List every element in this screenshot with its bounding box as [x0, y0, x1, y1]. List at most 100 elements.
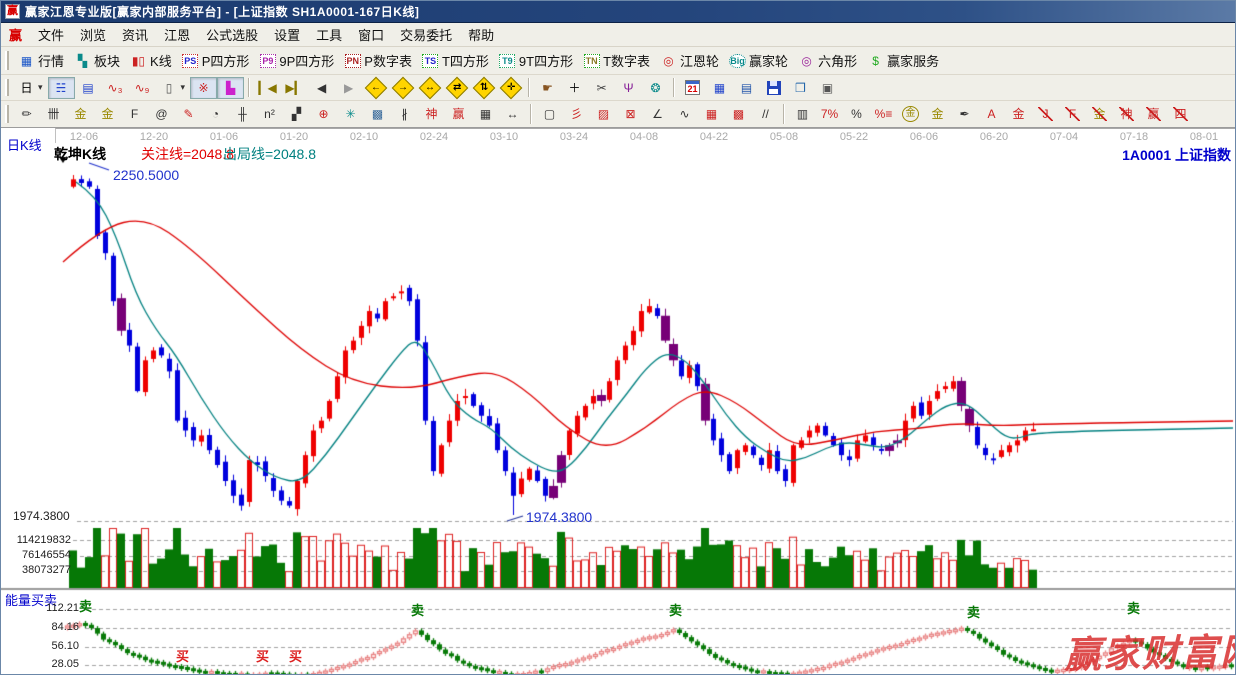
grid-123-button[interactable]: ▦ — [472, 103, 499, 125]
fan-box-button[interactable]: ▨ — [590, 103, 617, 125]
menu-item-9[interactable]: 帮助 — [460, 22, 502, 47]
gold-slash-button[interactable]: 金 — [1086, 103, 1113, 125]
kline-chart-canvas[interactable] — [1, 128, 1235, 674]
measure-tool-button[interactable]: ✂ — [588, 77, 615, 99]
time-circle-button[interactable]: ◔ — [202, 103, 229, 125]
menu-item-1[interactable]: 浏览 — [72, 22, 114, 47]
last-screen-button[interactable]: ▶▎ — [281, 77, 308, 99]
zoom-fit-button[interactable]: ✛ — [497, 76, 524, 99]
toolbar-grip[interactable] — [5, 104, 9, 124]
chart-window-button[interactable]: ☵ — [47, 76, 75, 99]
toolbar-t-table-button-button[interactable]: TN T数字表 — [578, 48, 655, 73]
wave-tool-button[interactable]: ∿ — [671, 103, 698, 125]
menu-item-0[interactable]: 文件 — [30, 22, 72, 47]
win-slash-button[interactable]: 赢 — [1140, 103, 1167, 125]
menu-item-5[interactable]: 设置 — [266, 22, 308, 47]
candle-style-selector-button[interactable]: ▯ ▾ — [156, 77, 191, 99]
color-histogram-button[interactable]: ▙ — [217, 76, 245, 99]
save-button[interactable] — [760, 77, 787, 99]
four-slash-button[interactable]: 四 — [1167, 103, 1194, 125]
wave-3-button[interactable]: ∿₃ — [102, 77, 129, 99]
toolbar-sectors-button-button[interactable]: ▚ 板块 — [69, 48, 125, 73]
hatch-lines-button[interactable]: 卌 — [40, 103, 67, 125]
menu-item-3[interactable]: 江恩 — [156, 22, 198, 47]
toolbar-hexagon-button-button[interactable]: ◎ 六角形 — [793, 48, 862, 73]
toolbar-p-square-button-button[interactable]: PS P四方形 — [177, 48, 255, 73]
gold-lines-button[interactable]: 金 — [924, 103, 951, 125]
pen-button[interactable]: ✒ — [951, 103, 978, 125]
mirror-button[interactable]: ▞ — [283, 103, 310, 125]
f-slash-button[interactable]: F — [1059, 103, 1086, 125]
low-price-point-label: 1974.3800 — [526, 509, 593, 525]
zoom-v-button[interactable]: ⇅ — [470, 76, 497, 99]
wave-9-button[interactable]: ∿₉ — [129, 77, 156, 99]
print-button[interactable]: ▣ — [814, 77, 841, 99]
menu-item-7[interactable]: 窗口 — [350, 22, 392, 47]
fan-lines-button[interactable]: 彡 — [563, 103, 590, 125]
n-square-button[interactable]: n² — [256, 103, 283, 125]
next-bar-button[interactable]: ▶ — [335, 77, 362, 99]
toolbar-winner-wheel-button-button[interactable]: Big 赢家轮 — [724, 48, 793, 73]
export-button[interactable]: ❒ — [787, 77, 814, 99]
toolbar-9p-square-button-button[interactable]: P9 9P四方形 — [254, 48, 339, 73]
fib-lines-button[interactable]: F — [121, 103, 148, 125]
a-box-button[interactable]: A — [978, 103, 1005, 125]
angle-line-button[interactable]: ∠ — [644, 103, 671, 125]
toolbar-t-square-button-button[interactable]: TS T四方形 — [417, 48, 494, 73]
toolbar-9t-square-button-button[interactable]: T9 9T四方形 — [494, 48, 578, 73]
pct7-button[interactable]: 7% — [816, 103, 843, 125]
diag-lines-button[interactable]: // — [752, 103, 779, 125]
toolbar-p-table-button-button[interactable]: PN P数字表 — [339, 48, 417, 73]
toolbar-kline-button-button[interactable]: ▮▯ K线 — [125, 48, 177, 73]
gann-draw-button[interactable]: ※ — [190, 76, 218, 99]
drag-hand-button[interactable]: ☛ — [534, 77, 561, 99]
gold-grid2-button[interactable]: 金 — [94, 103, 121, 125]
calculator-button[interactable]: ▦ — [706, 77, 733, 99]
menu-item-8[interactable]: 交易委托 — [392, 22, 460, 47]
shift-right-button[interactable]: → — [389, 76, 416, 99]
gold-red-button[interactable]: 金 — [1005, 103, 1032, 125]
menu-item-6[interactable]: 工具 — [308, 22, 350, 47]
toolbar-winner-service-button-button[interactable]: $ 赢家服务 — [862, 48, 944, 73]
star-burst-button[interactable]: ✳ — [337, 103, 364, 125]
win-tool-button[interactable]: 赢 — [445, 103, 472, 125]
gold-circle-button[interactable]: 金 — [897, 103, 924, 125]
toolbar-gann-wheel-button-button[interactable]: ◎ 江恩轮 — [655, 48, 724, 73]
period-day-selector-button[interactable]: 日 ▾ — [13, 77, 48, 99]
grid-box-button[interactable]: ▩ — [364, 103, 391, 125]
crosshair-button[interactable]: ＋ — [561, 77, 588, 99]
pencil-ruler-button[interactable]: ✏ — [13, 103, 40, 125]
zoom-in-h-button[interactable]: ⇄ — [443, 76, 470, 99]
toolbar-grip[interactable] — [5, 78, 9, 97]
red-grid2-button[interactable]: ▩ — [725, 103, 752, 125]
menu-item-4[interactable]: 公式选股 — [198, 22, 266, 47]
angle-pencil-button[interactable]: ✎ — [175, 103, 202, 125]
pct-lines-button[interactable]: %≡ — [870, 103, 897, 125]
notes-button[interactable]: ▤ — [733, 77, 760, 99]
grid-hash-button[interactable]: ╫ — [229, 103, 256, 125]
god-tool-button[interactable]: 神 — [418, 103, 445, 125]
calendar-button[interactable]: 21 — [679, 77, 706, 99]
kline-mark-button[interactable]: ∦ — [391, 103, 418, 125]
shift-left-button[interactable]: ← — [362, 76, 389, 99]
bars-button[interactable]: ▥ — [789, 103, 816, 125]
first-screen-button[interactable]: ▎◀ — [254, 77, 281, 99]
god-slash-button[interactable]: 神 — [1113, 103, 1140, 125]
spiral-button[interactable]: @ — [148, 103, 175, 125]
toolbar-quote-button-button[interactable]: ▦ 行情 — [13, 48, 69, 73]
prev-bar-button[interactable]: ◀ — [308, 77, 335, 99]
info-document-button[interactable]: ▤ — [75, 77, 102, 99]
box-x-button[interactable]: ⊠ — [617, 103, 644, 125]
analysis-tool-button[interactable]: ❂ — [642, 77, 669, 99]
rect-select-button[interactable]: ▢ — [536, 103, 563, 125]
zoom-out-h-button[interactable]: ↔ — [416, 76, 443, 99]
pct-button[interactable]: % — [843, 103, 870, 125]
gold-grid-button[interactable]: 金 — [67, 103, 94, 125]
compass-button[interactable]: ⊕ — [310, 103, 337, 125]
j-slash-button[interactable]: J — [1032, 103, 1059, 125]
h-span-button[interactable]: ↔ — [499, 103, 526, 125]
toolbar-grip[interactable] — [5, 51, 9, 70]
gann-box-tool-button[interactable]: Ψ — [615, 77, 642, 99]
menu-item-2[interactable]: 资讯 — [114, 22, 156, 47]
red-grid-button[interactable]: ▦ — [698, 103, 725, 125]
